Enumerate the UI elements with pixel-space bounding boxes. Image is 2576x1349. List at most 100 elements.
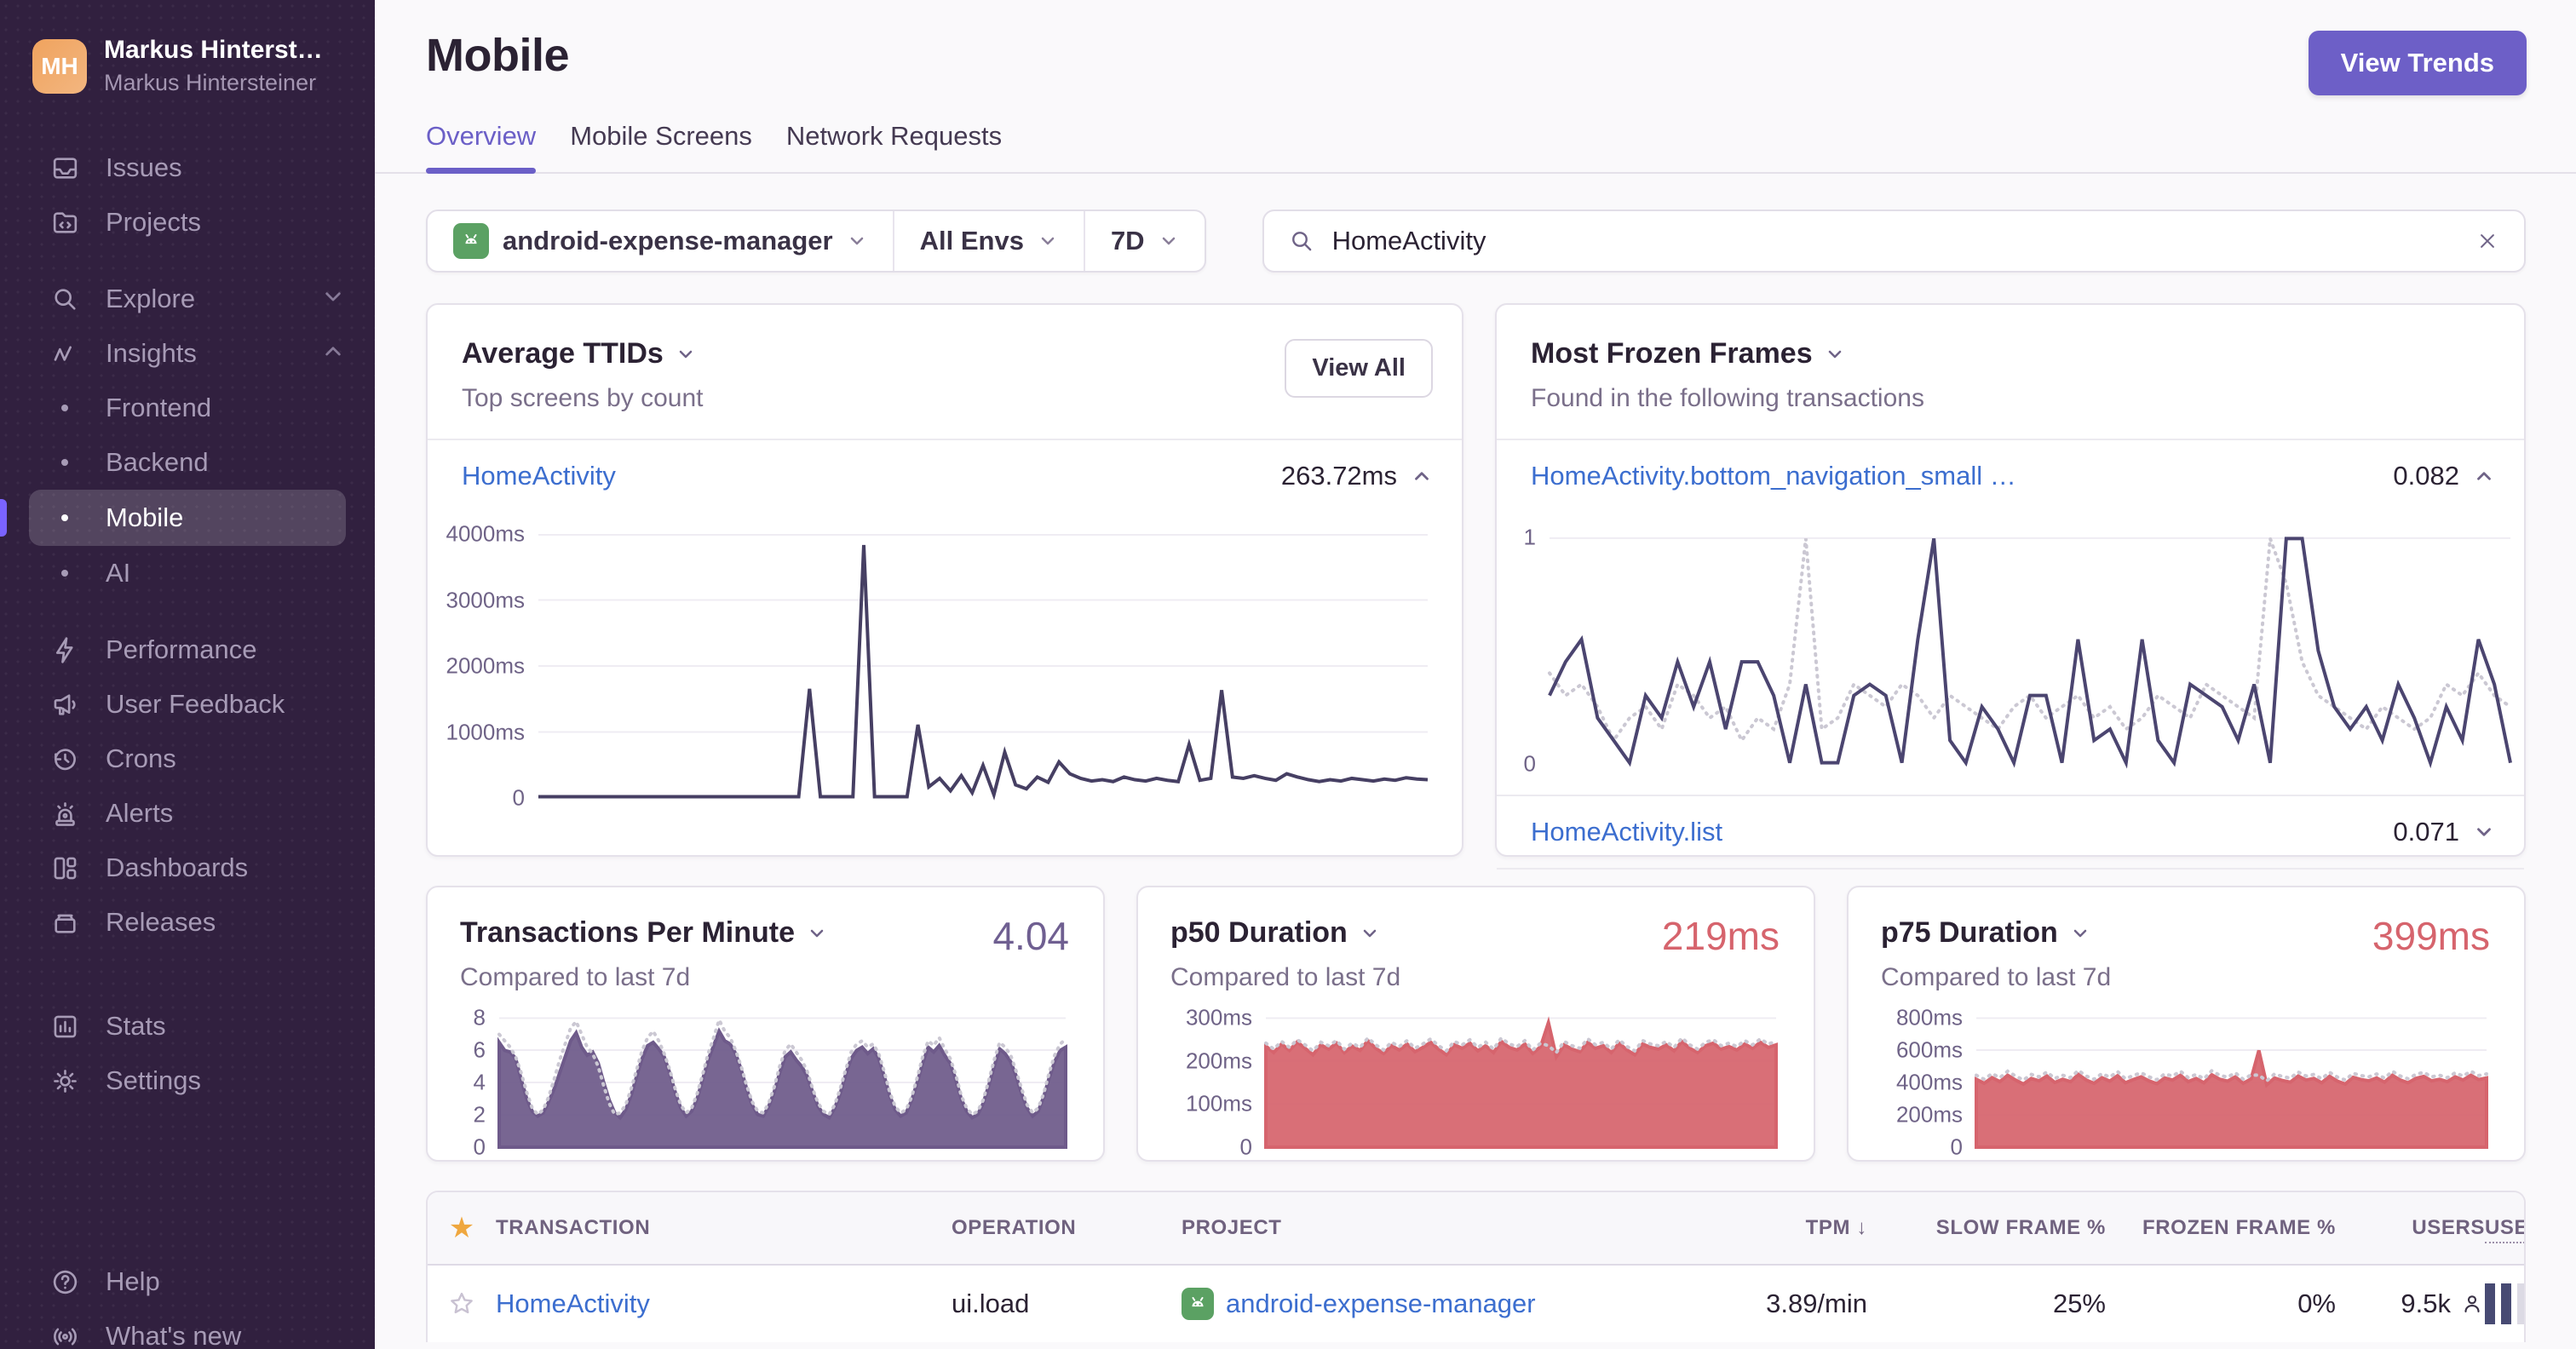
chevron-down-icon[interactable]: [1825, 344, 1845, 365]
explore-search-icon: [48, 282, 82, 316]
chevron-up-icon[interactable]: [1411, 465, 1433, 487]
sidebar-item-crons[interactable]: Crons: [0, 732, 375, 786]
p75-value: 399ms: [2372, 914, 2490, 958]
chevron-up-icon[interactable]: [2473, 465, 2495, 487]
column-transaction[interactable]: TRANSACTION: [496, 1216, 952, 1240]
sidebar-item-frontend[interactable]: Frontend: [0, 381, 375, 435]
sidebar-item-label: Crons: [106, 743, 176, 773]
sidebar-item-label: Dashboards: [106, 852, 249, 882]
view-trends-button[interactable]: View Trends: [2308, 31, 2527, 95]
sidebar-item-mobile[interactable]: Mobile: [0, 490, 346, 546]
project-selector[interactable]: android-expense-manager: [428, 211, 893, 271]
project-link[interactable]: android-expense-manager: [1226, 1289, 1536, 1319]
sidebar-item-label: Insights: [106, 338, 197, 368]
help-circle-icon: [48, 1265, 82, 1299]
search-input[interactable]: [1331, 226, 2458, 256]
sidebar-item-issues[interactable]: Issues: [0, 141, 375, 195]
frozen-transaction-row: HomeActivity.bottom_navigation_small … 0…: [1497, 440, 2524, 512]
broadcast-icon: [48, 1319, 82, 1349]
sidebar-item-label: Explore: [106, 284, 196, 313]
star-outline-icon[interactable]: [447, 1289, 476, 1318]
chevron-down-icon[interactable]: [676, 344, 696, 365]
p50-value: 219ms: [1661, 914, 1780, 958]
sidebar-item-settings[interactable]: Settings: [0, 1053, 375, 1108]
column-frozen-frame[interactable]: FROZEN FRAME %: [2142, 1216, 2336, 1240]
frozen-transaction-row: HomeActivity.list 0.071: [1497, 796, 2524, 868]
tab-network-requests[interactable]: Network Requests: [786, 121, 1002, 172]
sidebar-item-label: Issues: [106, 152, 182, 182]
card-subtitle: Compared to last 7d: [460, 963, 691, 991]
insights-zigzag-icon: [48, 336, 82, 370]
column-slow-frame[interactable]: SLOW FRAME %: [1936, 1216, 2106, 1240]
chevron-down-icon[interactable]: [807, 923, 827, 944]
column-project[interactable]: PROJECT: [1182, 1216, 1659, 1240]
date-range-selector[interactable]: 7D: [1083, 211, 1205, 271]
sidebar-item-explore[interactable]: Explore: [0, 272, 375, 326]
p75-chart: 800ms 600ms 400ms 200ms 0: [1884, 1005, 2487, 1160]
star-filled-icon[interactable]: ★: [449, 1211, 474, 1245]
avg-ttids-chart: 4000ms 3000ms 2000ms 1000ms 0: [434, 521, 1428, 811]
sidebar-item-user-feedback[interactable]: User Feedback: [0, 677, 375, 732]
user-menu[interactable]: MH Markus Hinterst… Markus Hintersteiner: [0, 0, 375, 96]
column-user-misery[interactable]: USER MISERY: [2485, 1216, 2524, 1243]
sidebar: MH Markus Hinterst… Markus Hintersteiner…: [0, 0, 375, 1349]
card-title: Most Frozen Frames: [1531, 337, 1813, 370]
frozen-frames-chart: 10: [1505, 525, 2510, 777]
sidebar-item-label: Settings: [106, 1065, 202, 1095]
column-tpm-sorted[interactable]: TPM ↓: [1806, 1216, 1867, 1240]
search-bar: [1262, 210, 2526, 273]
user-misery-score: [2485, 1283, 2524, 1324]
filter-bar: android-expense-manager All Envs 7D: [426, 210, 2526, 273]
sidebar-item-label: Backend: [106, 447, 209, 477]
chevron-down-icon[interactable]: [1360, 923, 1380, 944]
projects-folder-icon: [48, 205, 82, 239]
view-all-button[interactable]: View All: [1285, 339, 1433, 398]
sidebar-item-label: Alerts: [106, 798, 174, 828]
column-operation[interactable]: OPERATION: [952, 1216, 1182, 1240]
siren-icon: [48, 796, 82, 830]
sort-descending-icon: ↓: [1856, 1216, 1867, 1239]
transaction-link[interactable]: HomeActivity.list: [1531, 817, 1722, 847]
tab-overview[interactable]: Overview: [426, 121, 537, 174]
card-subtitle: Top screens by count: [462, 384, 704, 412]
tpm-cell: 3.89/min: [1766, 1289, 1867, 1318]
sidebar-item-label: Performance: [106, 634, 257, 664]
transaction-link[interactable]: HomeActivity: [462, 461, 616, 491]
chevron-down-icon[interactable]: [2070, 923, 2090, 944]
tpm-card: Transactions Per Minute 4.04 Compared to…: [426, 886, 1105, 1162]
sidebar-item-backend[interactable]: Backend: [0, 435, 375, 490]
page-title: Mobile: [426, 30, 570, 81]
project-cell: android-expense-manager: [1182, 1288, 1659, 1320]
most-frozen-frames-card: Most Frozen Frames Found in the followin…: [1495, 303, 2526, 920]
sidebar-item-ai[interactable]: AI: [0, 546, 375, 600]
sidebar-item-dashboards[interactable]: Dashboards: [0, 841, 375, 895]
sidebar-item-releases[interactable]: Releases: [0, 895, 375, 950]
sidebar-item-performance[interactable]: Performance: [0, 623, 375, 677]
sidebar-item-insights[interactable]: Insights: [0, 326, 375, 381]
sidebar-item-help[interactable]: Help: [0, 1254, 375, 1309]
chevron-down-icon: [1159, 231, 1179, 251]
transaction-link[interactable]: HomeActivity.bottom_navigation_small …: [1531, 461, 2016, 491]
users-cell: 9.5k: [2401, 1289, 2485, 1319]
sidebar-item-label: Projects: [106, 207, 201, 237]
avatar: MH: [32, 38, 87, 94]
transaction-link[interactable]: HomeActivity: [496, 1289, 650, 1318]
date-range-selector-value: 7D: [1110, 226, 1145, 255]
p50-duration-card: p50 Duration 219ms Compared to last 7d 3…: [1136, 886, 1815, 1162]
column-users[interactable]: USERS: [2412, 1216, 2485, 1240]
chevron-down-icon[interactable]: [2473, 821, 2495, 843]
operation-cell: ui.load: [952, 1289, 1030, 1318]
clear-search-icon[interactable]: [2475, 228, 2500, 254]
sidebar-item-stats[interactable]: Stats: [0, 999, 375, 1053]
user-name: Markus Hinterst…: [104, 36, 323, 64]
megaphone-icon: [48, 687, 82, 721]
android-project-icon: [1182, 1288, 1214, 1320]
card-subtitle: Compared to last 7d: [1170, 963, 1401, 991]
environment-selector[interactable]: All Envs: [892, 211, 1084, 271]
sidebar-item-projects[interactable]: Projects: [0, 195, 375, 250]
project-selector-value: android-expense-manager: [503, 226, 833, 255]
sidebar-item-alerts[interactable]: Alerts: [0, 786, 375, 841]
bullet-icon: [48, 405, 82, 411]
tab-mobile-screens[interactable]: Mobile Screens: [570, 121, 752, 172]
sidebar-item-whats-new[interactable]: What's new: [0, 1309, 375, 1349]
